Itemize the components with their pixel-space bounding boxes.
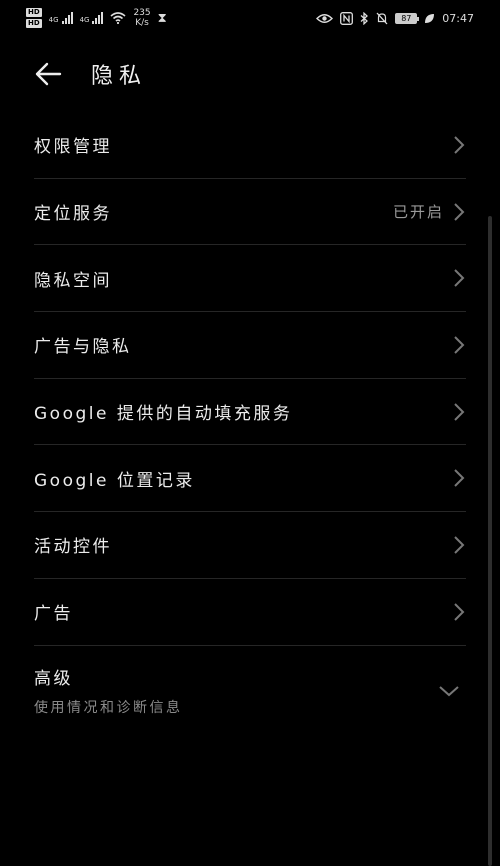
nfc-icon [340, 11, 354, 25]
private-space-item[interactable]: 隐私空间 [34, 245, 466, 313]
activity-controls-item[interactable]: 活动控件 [34, 512, 466, 579]
chevron-right-icon [454, 602, 465, 621]
chevron-right-icon [454, 136, 465, 154]
wifi-icon [110, 12, 126, 24]
item-label: Google 位置记录 [34, 470, 195, 491]
chevron-right-icon [454, 536, 465, 554]
item-label: 隐私空间 [34, 270, 112, 291]
status-right: 87 07:47 [316, 11, 474, 25]
status-left: HD HD 4G 4G 235 K/s ⧗ [26, 8, 167, 28]
item-label: 广告与隐私 [34, 337, 132, 358]
advanced-item[interactable]: 高级 使用情况和诊断信息 [34, 646, 466, 736]
eye-icon [316, 13, 334, 23]
bluetooth-icon [360, 11, 369, 25]
settings-list: 权限管理 定位服务 已开启 隐私空间 广告与隐私 Google 提供的自动填充服… [0, 112, 500, 736]
hd-badge-1: HD [26, 8, 42, 17]
bell-off-icon [376, 12, 388, 24]
hd-badge-2: HD [26, 19, 42, 28]
battery-icon: 87 [395, 12, 420, 24]
location-status-value: 已开启 [392, 203, 444, 222]
ads-and-privacy-item[interactable]: 广告与隐私 [34, 312, 466, 379]
chevron-down-icon [439, 685, 459, 696]
signal-1: 4G [49, 12, 73, 24]
item-label: 广告 [34, 604, 73, 625]
scrollbar[interactable] [488, 216, 492, 866]
chevron-right-icon [454, 336, 465, 354]
back-button[interactable] [34, 60, 64, 88]
permission-management-item[interactable]: 权限管理 [34, 112, 466, 179]
item-label: Google 提供的自动填充服务 [34, 404, 293, 425]
privacy-screen: HD HD 4G 4G 235 K/s ⧗ 87 07:47 隐私 权限管理 定… [0, 0, 500, 866]
ads-item[interactable]: 广告 [34, 579, 466, 646]
arrow-left-icon [35, 62, 62, 86]
leaf-icon [425, 13, 435, 23]
item-label: 定位服务 [34, 204, 112, 225]
google-autofill-item[interactable]: Google 提供的自动填充服务 [34, 379, 466, 446]
status-bar: HD HD 4G 4G 235 K/s ⧗ 87 07:47 [0, 0, 500, 36]
clock: 07:47 [442, 11, 474, 25]
signal-2: 4G [80, 12, 104, 24]
item-label: 权限管理 [34, 137, 112, 158]
chevron-right-icon [454, 202, 465, 221]
item-label: 活动控件 [34, 537, 112, 558]
chevron-right-icon [454, 269, 465, 287]
network-type-2: 4G [79, 16, 90, 24]
advanced-subtitle: 使用情况和诊断信息 [34, 700, 183, 716]
signal-bars-icon [92, 12, 104, 24]
page-title: 隐私 [91, 64, 148, 89]
app-header: 隐私 [0, 52, 500, 96]
hourglass-icon: ⧗ [157, 10, 167, 26]
network-speed: 235 K/s [133, 8, 151, 28]
network-type-1: 4G [48, 16, 59, 24]
signal-bars-icon [61, 12, 73, 24]
location-service-item[interactable]: 定位服务 已开启 [34, 179, 466, 246]
google-location-history-item[interactable]: Google 位置记录 [34, 445, 466, 513]
chevron-right-icon [454, 402, 465, 421]
chevron-right-icon [454, 469, 465, 487]
hd-indicators: HD HD [26, 8, 42, 28]
advanced-label: 高级 [34, 669, 73, 689]
